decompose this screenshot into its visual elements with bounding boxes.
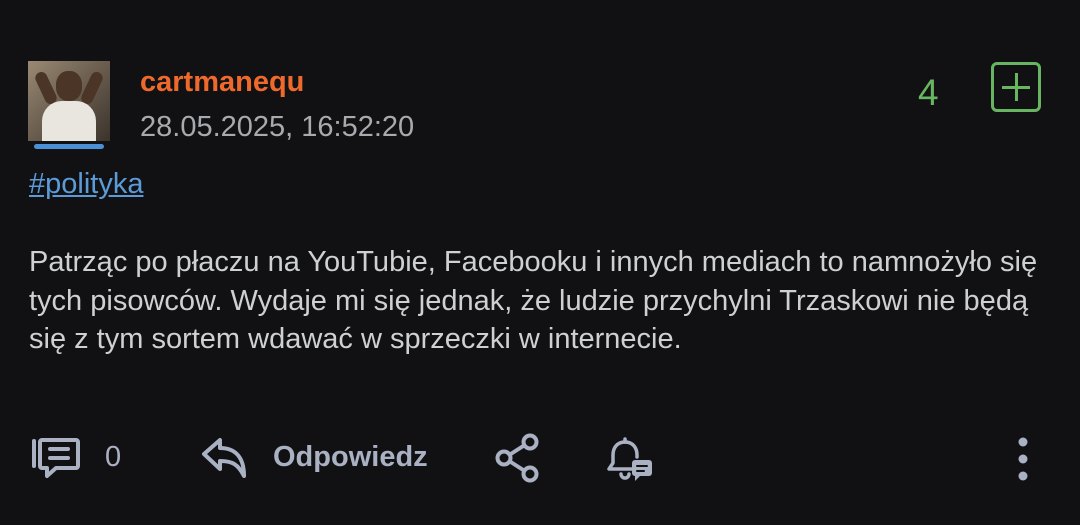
reply-icon[interactable] — [200, 436, 248, 480]
tag-link[interactable]: #polityka — [29, 168, 143, 201]
bell-icon[interactable] — [606, 435, 656, 483]
author-username[interactable]: cartmanequ — [140, 66, 304, 99]
comment-count[interactable]: 0 — [105, 441, 121, 474]
post-body: Patrząc po płaczu na YouTubie, Facebooku… — [29, 246, 1038, 355]
vote-score: 4 — [918, 72, 939, 113]
avatar-status-bar — [34, 144, 104, 149]
avatar[interactable] — [28, 61, 110, 141]
avatar-arm-right — [79, 70, 105, 106]
avatar-head — [56, 71, 82, 101]
more-icon[interactable] — [1015, 436, 1031, 482]
comment-icon[interactable] — [30, 436, 82, 480]
avatar-arm-left — [33, 70, 59, 106]
reply-button[interactable]: Odpowiedz — [273, 441, 428, 474]
plus-icon[interactable] — [991, 62, 1041, 112]
avatar-shirt — [42, 101, 96, 141]
share-icon[interactable] — [495, 433, 541, 483]
post-timestamp: 28.05.2025, 16:52:20 — [140, 111, 415, 143]
